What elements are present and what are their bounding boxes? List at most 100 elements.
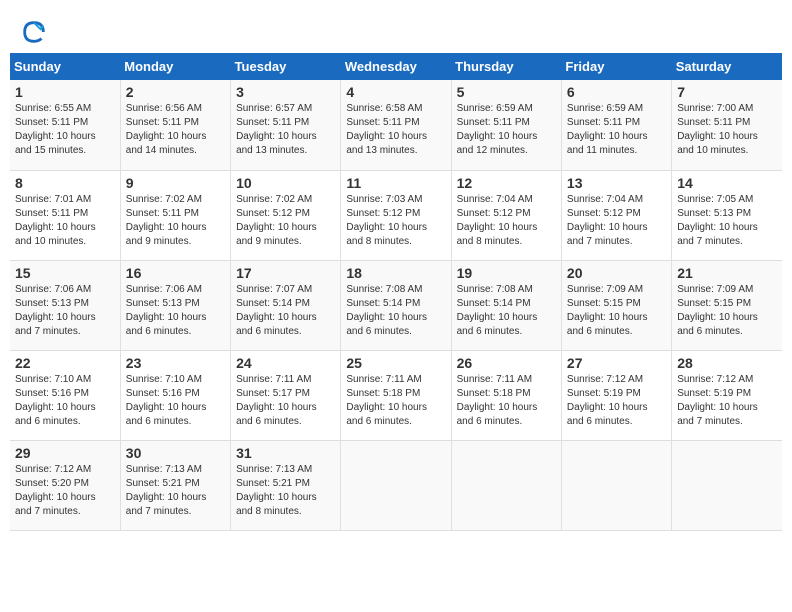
day-info: Sunrise: 7:10 AM Sunset: 5:16 PM Dayligh… (126, 373, 225, 429)
day-info: Sunrise: 7:03 AM Sunset: 5:12 PM Dayligh… (346, 193, 445, 249)
day-info: Sunrise: 6:58 AM Sunset: 5:11 PM Dayligh… (346, 102, 445, 158)
calendar-day-cell: 2 Sunrise: 6:56 AM Sunset: 5:11 PM Dayli… (120, 80, 230, 170)
daylight-label: Daylight: 10 hours and 8 minutes. (236, 492, 317, 517)
daylight-label: Daylight: 10 hours and 7 minutes. (15, 492, 96, 517)
day-info: Sunrise: 7:02 AM Sunset: 5:12 PM Dayligh… (236, 193, 335, 249)
calendar-day-cell: 10 Sunrise: 7:02 AM Sunset: 5:12 PM Dayl… (231, 170, 341, 260)
sunrise-label: Sunrise: 7:02 AM (126, 194, 202, 205)
calendar-week-row: 8 Sunrise: 7:01 AM Sunset: 5:11 PM Dayli… (10, 170, 782, 260)
sunset-label: Sunset: 5:17 PM (236, 388, 310, 399)
sunrise-label: Sunrise: 6:59 AM (567, 103, 643, 114)
day-number: 11 (346, 175, 445, 191)
calendar-day-cell: 31 Sunrise: 7:13 AM Sunset: 5:21 PM Dayl… (231, 440, 341, 530)
sunrise-label: Sunrise: 7:03 AM (346, 194, 422, 205)
sunrise-label: Sunrise: 7:12 AM (15, 464, 91, 475)
calendar-day-cell: 1 Sunrise: 6:55 AM Sunset: 5:11 PM Dayli… (10, 80, 120, 170)
sunrise-label: Sunrise: 7:01 AM (15, 194, 91, 205)
weekday-cell: Tuesday (231, 53, 341, 80)
daylight-label: Daylight: 10 hours and 13 minutes. (346, 131, 427, 156)
daylight-label: Daylight: 10 hours and 9 minutes. (126, 222, 207, 247)
weekday-cell: Wednesday (341, 53, 451, 80)
day-info: Sunrise: 6:59 AM Sunset: 5:11 PM Dayligh… (567, 102, 666, 158)
calendar-day-cell: 18 Sunrise: 7:08 AM Sunset: 5:14 PM Dayl… (341, 260, 451, 350)
day-info: Sunrise: 7:12 AM Sunset: 5:19 PM Dayligh… (677, 373, 777, 429)
sunrise-label: Sunrise: 7:02 AM (236, 194, 312, 205)
calendar-day-cell: 13 Sunrise: 7:04 AM Sunset: 5:12 PM Dayl… (561, 170, 671, 260)
day-info: Sunrise: 7:10 AM Sunset: 5:16 PM Dayligh… (15, 373, 115, 429)
sunset-label: Sunset: 5:13 PM (677, 208, 751, 219)
day-number: 9 (126, 175, 225, 191)
daylight-label: Daylight: 10 hours and 6 minutes. (346, 402, 427, 427)
sunset-label: Sunset: 5:14 PM (236, 298, 310, 309)
daylight-label: Daylight: 10 hours and 6 minutes. (457, 312, 538, 337)
sunrise-label: Sunrise: 7:08 AM (457, 284, 533, 295)
sunset-label: Sunset: 5:14 PM (346, 298, 420, 309)
daylight-label: Daylight: 10 hours and 6 minutes. (457, 402, 538, 427)
day-number: 17 (236, 265, 335, 281)
calendar-day-cell: 30 Sunrise: 7:13 AM Sunset: 5:21 PM Dayl… (120, 440, 230, 530)
calendar-day-cell: 4 Sunrise: 6:58 AM Sunset: 5:11 PM Dayli… (341, 80, 451, 170)
day-number: 10 (236, 175, 335, 191)
sunset-label: Sunset: 5:11 PM (346, 117, 419, 128)
daylight-label: Daylight: 10 hours and 13 minutes. (236, 131, 317, 156)
day-info: Sunrise: 7:05 AM Sunset: 5:13 PM Dayligh… (677, 193, 777, 249)
day-number: 31 (236, 445, 335, 461)
sunrise-label: Sunrise: 7:13 AM (236, 464, 312, 475)
day-number: 3 (236, 84, 335, 100)
day-number: 13 (567, 175, 666, 191)
sunset-label: Sunset: 5:11 PM (236, 117, 309, 128)
calendar-day-cell: 16 Sunrise: 7:06 AM Sunset: 5:13 PM Dayl… (120, 260, 230, 350)
day-info: Sunrise: 6:56 AM Sunset: 5:11 PM Dayligh… (126, 102, 225, 158)
sunrise-label: Sunrise: 7:04 AM (457, 194, 533, 205)
sunset-label: Sunset: 5:13 PM (126, 298, 200, 309)
calendar-week-row: 22 Sunrise: 7:10 AM Sunset: 5:16 PM Dayl… (10, 350, 782, 440)
page-header (10, 10, 782, 53)
day-number: 20 (567, 265, 666, 281)
daylight-label: Daylight: 10 hours and 6 minutes. (126, 312, 207, 337)
sunrise-label: Sunrise: 7:10 AM (15, 374, 91, 385)
weekday-cell: Saturday (672, 53, 782, 80)
day-number: 5 (457, 84, 556, 100)
weekday-cell: Sunday (10, 53, 120, 80)
daylight-label: Daylight: 10 hours and 6 minutes. (567, 402, 648, 427)
day-number: 2 (126, 84, 225, 100)
daylight-label: Daylight: 10 hours and 10 minutes. (677, 131, 758, 156)
day-info: Sunrise: 7:01 AM Sunset: 5:11 PM Dayligh… (15, 193, 115, 249)
daylight-label: Daylight: 10 hours and 6 minutes. (677, 312, 758, 337)
calendar-day-cell: 26 Sunrise: 7:11 AM Sunset: 5:18 PM Dayl… (451, 350, 561, 440)
sunrise-label: Sunrise: 7:11 AM (236, 374, 311, 385)
calendar-day-cell (672, 440, 782, 530)
calendar-day-cell: 17 Sunrise: 7:07 AM Sunset: 5:14 PM Dayl… (231, 260, 341, 350)
day-number: 24 (236, 355, 335, 371)
sunset-label: Sunset: 5:16 PM (15, 388, 89, 399)
daylight-label: Daylight: 10 hours and 6 minutes. (126, 402, 207, 427)
sunrise-label: Sunrise: 6:58 AM (346, 103, 422, 114)
day-number: 30 (126, 445, 225, 461)
day-info: Sunrise: 7:06 AM Sunset: 5:13 PM Dayligh… (126, 283, 225, 339)
day-number: 8 (15, 175, 115, 191)
calendar-day-cell: 29 Sunrise: 7:12 AM Sunset: 5:20 PM Dayl… (10, 440, 120, 530)
sunset-label: Sunset: 5:11 PM (457, 117, 530, 128)
daylight-label: Daylight: 10 hours and 6 minutes. (15, 402, 96, 427)
day-info: Sunrise: 7:12 AM Sunset: 5:19 PM Dayligh… (567, 373, 666, 429)
logo (20, 20, 50, 48)
daylight-label: Daylight: 10 hours and 12 minutes. (457, 131, 538, 156)
calendar-day-cell: 7 Sunrise: 7:00 AM Sunset: 5:11 PM Dayli… (672, 80, 782, 170)
daylight-label: Daylight: 10 hours and 6 minutes. (567, 312, 648, 337)
sunset-label: Sunset: 5:19 PM (567, 388, 641, 399)
sunrise-label: Sunrise: 6:57 AM (236, 103, 312, 114)
calendar-day-cell: 9 Sunrise: 7:02 AM Sunset: 5:11 PM Dayli… (120, 170, 230, 260)
sunrise-label: Sunrise: 6:56 AM (126, 103, 202, 114)
calendar-day-cell (341, 440, 451, 530)
sunset-label: Sunset: 5:21 PM (236, 478, 310, 489)
day-info: Sunrise: 7:13 AM Sunset: 5:21 PM Dayligh… (236, 463, 335, 519)
sunrise-label: Sunrise: 7:04 AM (567, 194, 643, 205)
day-number: 14 (677, 175, 777, 191)
sunset-label: Sunset: 5:11 PM (567, 117, 640, 128)
sunset-label: Sunset: 5:12 PM (567, 208, 641, 219)
sunrise-label: Sunrise: 7:08 AM (346, 284, 422, 295)
day-number: 27 (567, 355, 666, 371)
day-info: Sunrise: 7:04 AM Sunset: 5:12 PM Dayligh… (457, 193, 556, 249)
calendar-body: 1 Sunrise: 6:55 AM Sunset: 5:11 PM Dayli… (10, 80, 782, 530)
daylight-label: Daylight: 10 hours and 7 minutes. (126, 492, 207, 517)
